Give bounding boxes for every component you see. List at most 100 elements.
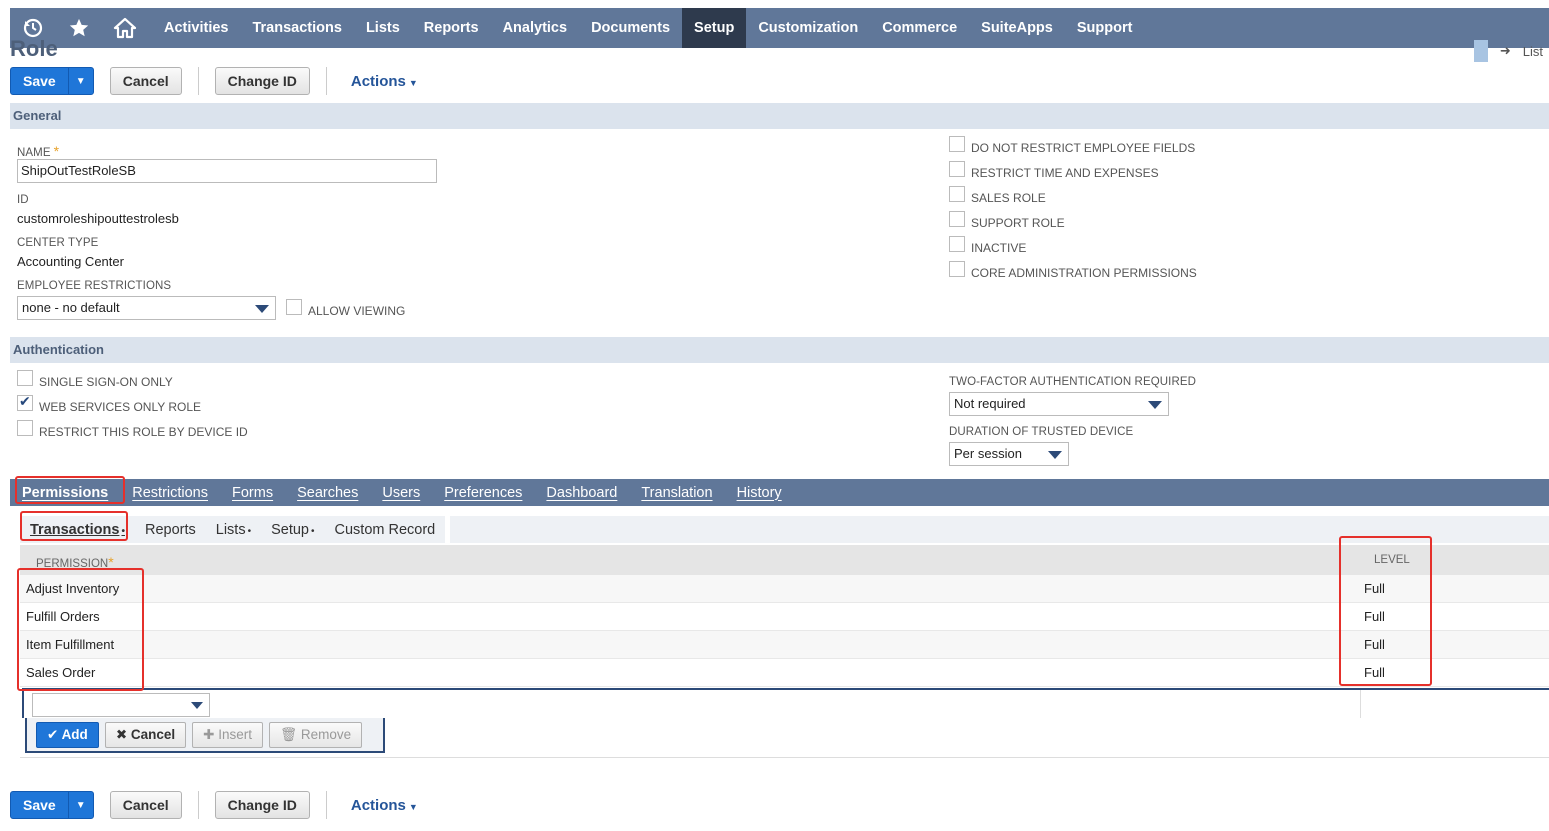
insert-button[interactable]: ✚ Insert	[192, 721, 264, 748]
caret-down-icon: ▼	[408, 77, 418, 88]
separator	[325, 791, 327, 819]
save-button-bottom[interactable]: Save ▼	[10, 791, 94, 819]
change-id-button[interactable]: Change ID	[214, 67, 310, 95]
checkbox-box[interactable]	[17, 370, 33, 386]
tab-users[interactable]: Users	[370, 485, 432, 501]
general-checkbox[interactable]: CORE ADMINISTRATION PERMISSIONS	[949, 261, 1197, 280]
checkmark-icon: ✔	[47, 726, 59, 742]
tab-restrictions[interactable]: Restrictions	[120, 485, 220, 501]
nav-item-customization[interactable]: Customization	[746, 8, 870, 48]
permissions-grid: PERMISSION* LEVEL Adjust Inventory Full Fu…	[20, 545, 1549, 687]
permission-cell: Sales Order	[26, 665, 96, 680]
web-services-only-checkbox[interactable]: WEB SERVICES ONLY ROLE	[17, 393, 201, 414]
trash-icon: 🗑	[280, 726, 298, 742]
table-row[interactable]: Adjust Inventory Full	[20, 575, 1549, 603]
nav-item-setup[interactable]: Setup	[682, 8, 747, 48]
checkbox-box[interactable]	[949, 186, 965, 202]
tab-translation[interactable]: Translation	[629, 485, 724, 501]
general-checkbox[interactable]: INACTIVE	[949, 236, 1026, 255]
checkbox-box[interactable]	[949, 211, 965, 227]
checkbox-box[interactable]	[949, 161, 965, 177]
tab-forms[interactable]: Forms	[220, 485, 285, 501]
change-id-button-bottom[interactable]: Change ID	[214, 791, 310, 819]
level-cell: Full	[1364, 665, 1385, 680]
id-label: ID	[17, 194, 29, 206]
permission-column-header[interactable]: PERMISSION*	[36, 554, 114, 570]
inner-tab-lists[interactable]: Lists •	[206, 522, 261, 538]
remove-button[interactable]: 🗑 Remove	[269, 721, 363, 748]
required-asterisk: *	[108, 554, 114, 570]
bottom-button-bar: Save ▼ Cancel Change ID Actions ▼	[10, 791, 418, 819]
nav-item-reports[interactable]: Reports	[412, 8, 491, 48]
two-factor-select[interactable]: Not required	[949, 392, 1169, 416]
dropdown-arrow-icon	[1048, 451, 1062, 459]
general-checkbox[interactable]: DO NOT RESTRICT EMPLOYEE FIELDS	[949, 136, 1195, 155]
previous-record-icon[interactable]	[1473, 40, 1488, 62]
inner-tab-custom-record[interactable]: Custom Record	[325, 522, 446, 538]
save-dropdown-icon[interactable]: ▼	[69, 68, 93, 94]
cancel-line-button[interactable]: ✖ Cancel	[104, 721, 187, 748]
center-type-value: Accounting Center	[17, 254, 124, 269]
checkbox-box[interactable]	[286, 299, 302, 315]
save-button[interactable]: Save ▼	[10, 67, 94, 95]
shortcuts-star-icon[interactable]	[56, 8, 102, 48]
inner-tab-setup[interactable]: Setup •	[261, 522, 324, 538]
checkbox-box[interactable]	[949, 136, 965, 152]
trusted-device-duration-select[interactable]: Per session	[949, 442, 1069, 466]
tab-preferences[interactable]: Preferences	[432, 485, 534, 501]
allow-viewing-checkbox[interactable]: ALLOW VIEWING	[286, 299, 405, 318]
save-dropdown-icon[interactable]: ▼	[69, 792, 93, 818]
restrict-device-checkbox[interactable]: RESTRICT THIS ROLE BY DEVICE ID	[17, 420, 248, 439]
top-button-bar: Save ▼ Cancel Change ID Actions ▼	[10, 67, 418, 95]
general-checkbox[interactable]: SUPPORT ROLE	[949, 211, 1065, 230]
checkbox-box[interactable]	[17, 420, 33, 436]
employee-restrictions-select[interactable]: none - no default	[17, 296, 276, 320]
permission-select[interactable]	[32, 693, 210, 717]
inner-tab-transactions[interactable]: Transactions •	[20, 522, 135, 538]
actions-menu-bottom[interactable]: Actions ▼	[351, 797, 418, 814]
permission-cell: Item Fulfillment	[26, 637, 115, 652]
nav-item-documents[interactable]: Documents	[579, 8, 682, 48]
nav-item-commerce[interactable]: Commerce	[870, 8, 969, 48]
checkbox-checked[interactable]	[17, 393, 33, 411]
next-record-icon[interactable]: ➜	[1500, 43, 1511, 59]
name-input[interactable]: ShipOutTestRoleSB	[17, 159, 437, 183]
nav-item-transactions[interactable]: Transactions	[240, 8, 353, 48]
main-menu: Activities Transactions Lists Reports Analyt…	[152, 8, 1144, 48]
employee-restrictions-label: EMPLOYEE RESTRICTIONS	[17, 280, 172, 292]
home-icon[interactable]	[102, 8, 148, 48]
table-row[interactable]: Sales Order Full	[20, 659, 1549, 687]
inner-tab-reports[interactable]: Reports	[135, 522, 206, 538]
add-button[interactable]: ✔ Add	[36, 721, 99, 748]
authentication-section-header[interactable]: Authentication	[10, 337, 1549, 363]
list-link[interactable]: List	[1523, 44, 1543, 59]
tab-dashboard[interactable]: Dashboard	[534, 485, 629, 501]
table-row[interactable]: Fulfill Orders Full	[20, 603, 1549, 631]
single-sign-on-checkbox[interactable]: SINGLE SIGN-ON ONLY	[17, 370, 173, 389]
cancel-button-bottom[interactable]: Cancel	[109, 791, 182, 819]
tab-permissions[interactable]: Permissions	[10, 485, 120, 501]
separator	[197, 67, 199, 95]
nav-item-lists[interactable]: Lists	[354, 8, 412, 48]
general-section-header[interactable]: General	[10, 103, 1549, 129]
grid-body: Adjust Inventory Full Fulfill Orders Full It…	[20, 575, 1549, 687]
nav-item-support[interactable]: Support	[1065, 8, 1145, 48]
cancel-button[interactable]: Cancel	[109, 67, 182, 95]
x-icon: ✖	[115, 726, 128, 742]
nav-item-suiteapps[interactable]: SuiteApps	[969, 8, 1065, 48]
level-column-header[interactable]: LEVEL	[1374, 554, 1410, 566]
tab-searches[interactable]: Searches	[285, 485, 370, 501]
grid-edit-row	[22, 688, 1549, 718]
checkbox-box[interactable]	[949, 261, 965, 277]
tab-history[interactable]: History	[725, 485, 794, 501]
general-checkbox[interactable]: RESTRICT TIME AND EXPENSES	[949, 161, 1159, 180]
has-data-indicator: •	[121, 525, 125, 537]
nav-item-analytics[interactable]: Analytics	[491, 8, 579, 48]
checkbox-box[interactable]	[949, 236, 965, 252]
grid-bottom-border	[20, 757, 1549, 758]
dropdown-arrow-icon	[1148, 401, 1162, 409]
nav-item-activities[interactable]: Activities	[152, 8, 240, 48]
general-checkbox[interactable]: SALES ROLE	[949, 186, 1046, 205]
actions-menu[interactable]: Actions ▼	[351, 73, 418, 90]
table-row[interactable]: Item Fulfillment Full	[20, 631, 1549, 659]
